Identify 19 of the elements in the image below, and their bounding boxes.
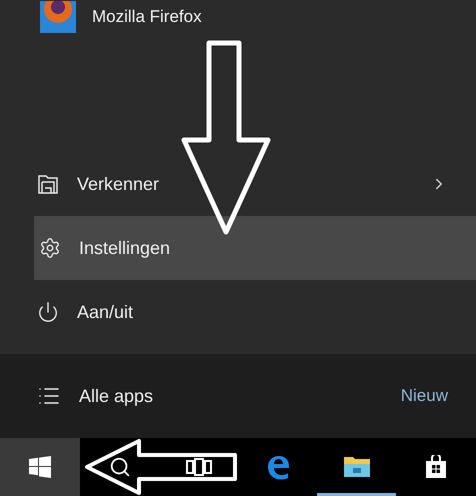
power-icon [37,301,59,323]
menu-item[interactable]: Instellingen [34,216,476,280]
all-apps-row[interactable]: Alle apps Nieuw [0,354,476,438]
browser-logo-icon [40,1,76,33]
menu-label: Verkenner [77,172,160,196]
menu-label: Aan/uit [77,300,134,324]
windows-logo-icon [29,456,51,478]
all-apps-label: Alle apps [79,384,154,408]
new-label: Nieuw [400,385,448,408]
search-icon [108,456,130,478]
settings-icon [39,237,61,259]
menu-item[interactable]: Aan/uit [0,280,476,344]
store-bag-icon [424,455,446,479]
menu-item[interactable]: Verkenner [0,152,476,216]
app-name[interactable]: Mozilla Firefox [92,4,202,30]
task-view-icon [186,458,212,476]
folder-icon [37,173,59,195]
menu-label: Instellingen [79,236,170,260]
taskbar-button[interactable] [0,438,80,496]
